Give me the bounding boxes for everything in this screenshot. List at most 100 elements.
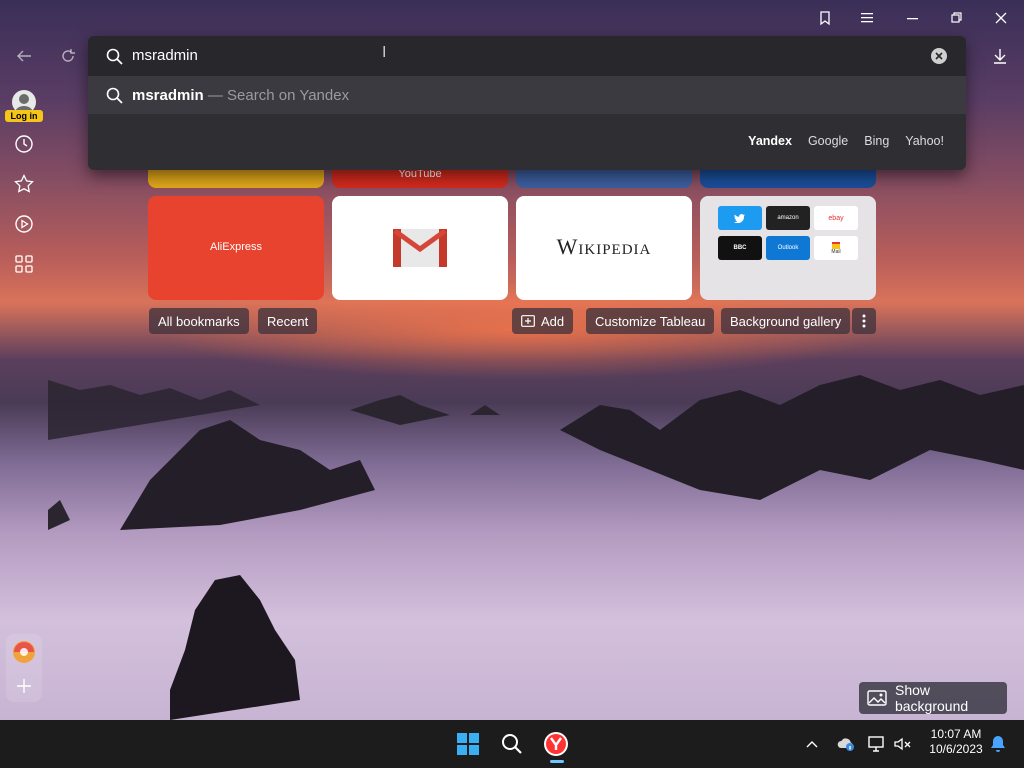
plus-icon — [17, 679, 31, 693]
suggestion-hint: — Search on Yandex — [203, 87, 350, 104]
grid-icon — [15, 255, 33, 273]
downloads-button[interactable] — [988, 44, 1012, 68]
engine-yahoo[interactable]: Yahoo! — [905, 134, 944, 148]
suggestion-row[interactable]: msradmin — Search on Yandex — [88, 76, 966, 114]
minimize-icon — [907, 18, 918, 20]
more-options-button[interactable] — [852, 308, 876, 334]
start-button[interactable] — [456, 732, 480, 756]
mini-tile-bbc[interactable]: BBC — [718, 236, 762, 260]
history-button[interactable] — [12, 132, 36, 156]
onedrive-tray-icon[interactable] — [834, 732, 858, 756]
arrow-left-icon — [17, 50, 31, 62]
favorites-button[interactable] — [12, 172, 36, 196]
apps-button[interactable] — [12, 252, 36, 276]
tile-gmail[interactable] — [332, 196, 508, 300]
mail-envelope-icon — [832, 241, 840, 249]
mini-tile-amazon[interactable]: amazon — [766, 206, 810, 230]
network-tray-icon[interactable] — [865, 732, 889, 756]
login-badge[interactable]: Log in — [5, 110, 43, 122]
network-monitor-icon — [868, 736, 884, 752]
download-icon — [994, 49, 1006, 64]
text-cursor-icon: I — [382, 44, 387, 61]
play-circle-icon — [15, 215, 33, 233]
media-button[interactable] — [12, 212, 36, 236]
notifications-button[interactable] — [986, 732, 1010, 756]
search-icon — [106, 48, 123, 65]
bookmark-icon — [820, 11, 830, 26]
show-background-button[interactable]: Show background — [859, 682, 1007, 714]
tile-partial-3[interactable] — [516, 168, 692, 188]
restore-icon — [951, 12, 962, 23]
mini-tile-mail[interactable]: Mail — [814, 236, 858, 260]
speaker-muted-icon — [894, 737, 911, 751]
all-bookmarks-button[interactable]: All bookmarks — [149, 308, 249, 334]
back-button[interactable] — [12, 44, 36, 68]
background-gallery-button[interactable]: Background gallery — [721, 308, 851, 334]
suggestion-query: msradmin — [132, 87, 204, 104]
clear-input-button[interactable] — [931, 48, 947, 64]
customize-tableau-button[interactable]: Customize Tableau — [586, 308, 715, 334]
close-icon — [935, 52, 943, 60]
add-tile-label: Add — [541, 313, 565, 329]
bell-icon — [991, 736, 1005, 752]
mini-tile-outlook[interactable]: Outlook — [766, 236, 810, 260]
omnibox-dropdown: msradmin I msradmin — Search on Yandex Y… — [88, 36, 966, 170]
bird-icon — [734, 214, 745, 223]
menu-button[interactable] — [853, 6, 883, 30]
cloud-info-icon — [837, 738, 854, 751]
image-icon — [867, 690, 887, 706]
add-box-icon — [521, 315, 535, 327]
show-background-label: Show background — [894, 682, 969, 714]
tile-partial-4[interactable] — [700, 168, 876, 188]
mini-tile-ebay[interactable]: ebay — [814, 206, 858, 230]
tile-wikipedia[interactable]: Wikipedia — [516, 196, 692, 300]
search-engine-list: Yandex Google Bing Yahoo! — [748, 134, 944, 148]
bookmarks-panel-button[interactable] — [810, 6, 840, 30]
show-hidden-icons-button[interactable] — [800, 732, 824, 756]
gmail-icon — [393, 228, 447, 267]
clock-date: 10/6/2023 — [929, 742, 983, 756]
clock-time: 10:07 AM — [930, 727, 982, 741]
close-button[interactable] — [986, 6, 1016, 30]
engine-yandex[interactable]: Yandex — [748, 134, 792, 148]
close-icon — [995, 12, 1007, 24]
recent-button[interactable]: Recent — [258, 308, 318, 334]
engine-bing[interactable]: Bing — [864, 134, 889, 148]
address-input-text[interactable]: msradmin — [132, 47, 198, 64]
star-icon — [14, 174, 34, 193]
mountain-silhouettes — [48, 375, 1024, 720]
tile-group[interactable]: amazon ebay BBC Outlook Mail — [700, 196, 876, 300]
tile-partial-1[interactable] — [148, 168, 324, 188]
reload-button[interactable] — [56, 44, 80, 68]
yandex-browser-icon — [544, 732, 568, 756]
tile-aliexpress[interactable]: AliExpress — [148, 196, 324, 300]
windows-logo-icon — [457, 733, 479, 755]
tile-wikipedia-label: Wikipedia — [556, 234, 652, 259]
search-icon — [502, 734, 522, 754]
more-vertical-icon — [862, 314, 866, 328]
restore-button[interactable] — [942, 6, 972, 30]
volume-tray-icon[interactable] — [891, 732, 915, 756]
search-icon — [106, 87, 123, 104]
tile-aliexpress-label: AliExpress — [210, 241, 262, 253]
active-app-indicator — [550, 760, 564, 763]
taskbar-clock[interactable]: 10:07 AM 10/6/2023 — [916, 727, 996, 757]
suggestion-text: msradmin — Search on Yandex — [132, 87, 349, 104]
mini-tile-twitter[interactable] — [718, 206, 762, 230]
title-bar — [0, 0, 1024, 36]
tile-youtube[interactable]: YouTube — [332, 168, 508, 188]
hamburger-icon — [861, 13, 873, 23]
address-bar[interactable]: msradmin I — [88, 36, 966, 76]
add-sidebar-app-button[interactable] — [12, 674, 36, 698]
clock-icon — [15, 135, 33, 153]
app-orb-icon — [13, 641, 35, 663]
chevron-up-icon — [806, 741, 818, 748]
zen-app-button[interactable] — [12, 640, 36, 664]
minimize-button[interactable] — [898, 6, 928, 30]
reload-icon — [62, 49, 75, 62]
taskbar-yandex-browser[interactable] — [544, 732, 568, 756]
engine-google[interactable]: Google — [808, 134, 848, 148]
mini-tile-mail-label: Mail — [831, 248, 841, 255]
add-tile-button[interactable]: Add — [512, 308, 574, 334]
taskbar-search-button[interactable] — [500, 732, 524, 756]
